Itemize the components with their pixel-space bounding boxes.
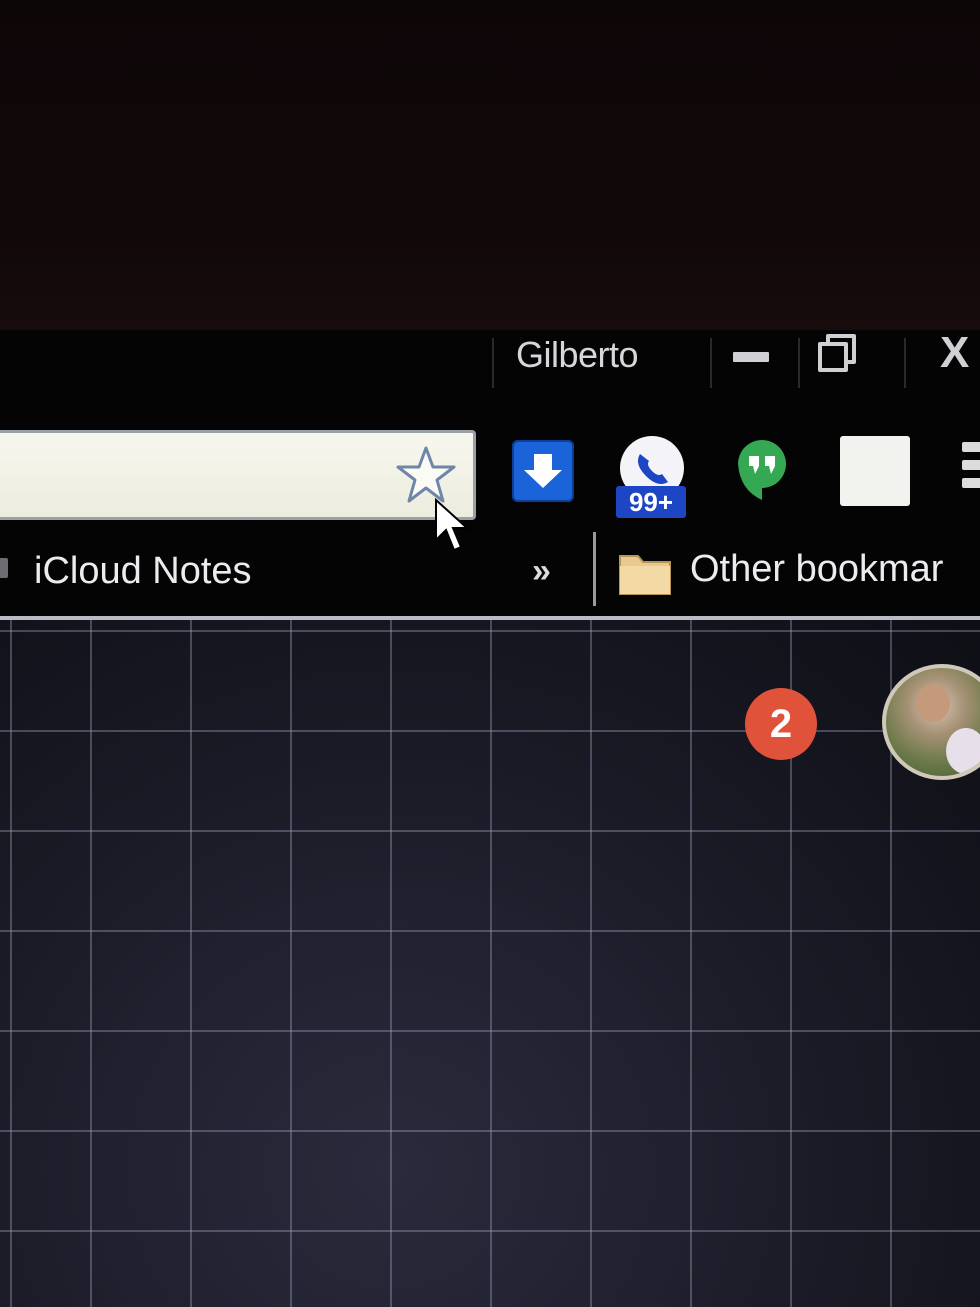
restore-icon[interactable] [818, 334, 858, 374]
notification-badge[interactable]: 2 [745, 688, 817, 760]
blank-icon[interactable] [840, 436, 910, 506]
monitor-bezel [0, 0, 980, 330]
browser-toolbar: 99+ [0, 416, 980, 526]
title-separator [904, 338, 906, 388]
profile-name-button[interactable]: Gilberto [516, 334, 639, 376]
page-content: 2 [0, 620, 980, 1307]
title-bar: Gilberto X [0, 330, 980, 400]
bookmarks-divider [593, 532, 596, 606]
mouse-cursor-icon [435, 498, 470, 552]
bookmark-icloud-notes[interactable]: iCloud Notes [34, 550, 252, 593]
download-arrow-icon[interactable] [512, 440, 574, 502]
title-separator [798, 338, 800, 388]
call-badge: 99+ [616, 486, 686, 518]
star-outline-icon[interactable] [395, 445, 457, 505]
hamburger-menu-icon[interactable] [962, 442, 980, 498]
title-separator [710, 338, 712, 388]
other-bookmarks-button[interactable]: Other bookmar [690, 548, 943, 591]
close-icon[interactable]: X [940, 330, 969, 378]
hangouts-icon[interactable] [736, 438, 788, 502]
address-bar[interactable] [0, 430, 476, 520]
profile-avatar[interactable] [882, 664, 980, 780]
bookmark-favicon [0, 558, 8, 578]
call-extension-button[interactable]: 99+ [614, 436, 692, 518]
title-separator [492, 338, 494, 388]
minimize-icon[interactable] [733, 352, 769, 362]
folder-icon [619, 555, 671, 595]
bookmarks-bar: iCloud Notes » Other bookmar [0, 526, 980, 616]
browser-window: Gilberto X 99+ iCloud Notes » Other book… [0, 330, 980, 1307]
bookmarks-overflow-chevron-icon[interactable]: » [532, 552, 551, 591]
